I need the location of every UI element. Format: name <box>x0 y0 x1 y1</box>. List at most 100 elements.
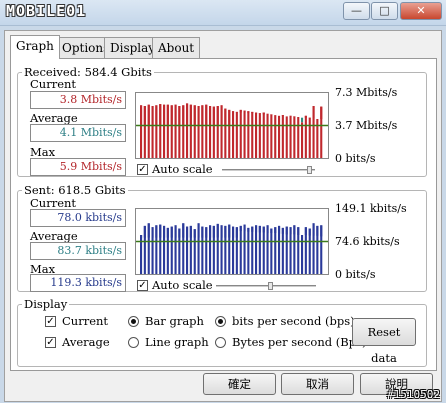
received-average-bar <box>216 106 219 126</box>
sent-average-bar <box>285 226 288 235</box>
sent-average-bar <box>262 226 265 233</box>
received-average-bar <box>281 115 284 116</box>
display-group-title: Display <box>24 297 68 311</box>
bps-radio[interactable] <box>215 316 226 327</box>
received-current-bar <box>297 117 300 158</box>
sent-current-bar <box>255 225 258 274</box>
sent-average-bar <box>312 223 315 236</box>
received-current-bar <box>255 112 258 158</box>
received-current-bar <box>243 110 246 158</box>
received-autoscale-label: Auto scale <box>152 162 213 176</box>
received-average-bar <box>170 105 173 126</box>
received-average-bar <box>239 109 242 113</box>
show-current-checkbox[interactable]: ✓ <box>45 316 56 327</box>
received-current-bar <box>301 122 304 158</box>
received-average-label: Average <box>30 111 78 125</box>
sent-axis-top: 149.1 kbits/s <box>335 202 407 215</box>
sent-average-bar <box>216 223 219 238</box>
Bps-radio[interactable] <box>215 337 226 348</box>
sent-average-bar <box>140 235 143 239</box>
sent-average-label: Average <box>30 229 78 243</box>
sent-scale-slider-thumb[interactable] <box>268 282 274 290</box>
site-logo: MOBILE01 <box>6 2 87 20</box>
received-average-bar <box>205 104 208 126</box>
received-average-bar <box>232 111 235 112</box>
received-average-bar <box>186 103 189 126</box>
received-average-bar <box>212 106 215 126</box>
received-average-bar <box>209 106 212 126</box>
title-bar: MOBILE01 — □ ✕ <box>0 0 446 26</box>
sent-autoscale-checkbox[interactable]: ✓ <box>137 280 148 291</box>
bps-label: bits per second (bps) <box>232 314 355 328</box>
received-current-bar <box>270 114 273 158</box>
received-average-bar <box>193 105 196 126</box>
sent-average-bar <box>143 225 146 238</box>
sent-average-bar <box>201 226 204 238</box>
close-button[interactable]: ✕ <box>400 2 442 20</box>
show-average-checkbox[interactable]: ✓ <box>45 337 56 348</box>
received-current-bar <box>278 115 281 158</box>
received-graph-svg <box>136 103 328 158</box>
maximize-button[interactable]: □ <box>371 2 398 20</box>
graph-tab-panel: Received: 584.4 Gbits Current 3.8 Mbits/… <box>10 58 437 371</box>
sent-average-bar <box>270 228 273 233</box>
received-average-bar <box>270 114 273 116</box>
received-current-bar <box>293 116 296 158</box>
received-average-bar <box>163 104 166 126</box>
sent-average-bar <box>174 225 177 238</box>
received-scale-slider-thumb[interactable] <box>307 166 313 174</box>
received-average-bar <box>159 104 162 126</box>
received-average-bar <box>182 105 185 126</box>
sent-graph-svg <box>136 223 328 274</box>
sent-average-bar <box>166 227 169 238</box>
tab-graph[interactable]: Graph <box>10 35 60 59</box>
received-max-label: Max <box>30 145 56 159</box>
received-average-bar <box>251 111 254 114</box>
watermark: #1510502 <box>387 388 440 401</box>
bar-graph-radio[interactable] <box>128 316 139 327</box>
sent-autoscale-label: Auto scale <box>152 278 213 292</box>
received-max-value: 5.9 Mbits/s <box>30 158 126 176</box>
received-average-bar <box>266 113 269 115</box>
received-current-bar <box>289 115 292 158</box>
sent-average-bar <box>205 227 208 238</box>
sent-average-bar <box>209 225 212 238</box>
sent-scale-slider[interactable] <box>216 285 316 288</box>
received-current-bar <box>247 111 250 158</box>
received-average-bar <box>220 105 223 126</box>
cancel-button[interactable]: 取消 <box>281 373 354 395</box>
received-average-bar <box>255 112 258 114</box>
reset-data-button[interactable]: Reset data <box>352 318 416 365</box>
received-average-bar <box>166 104 169 126</box>
received-average-bar <box>174 104 177 126</box>
sent-average-value: 83.7 kbits/s <box>30 242 126 260</box>
line-graph-radio[interactable] <box>128 337 139 348</box>
sent-max-value: 119.3 kbits/s <box>30 274 126 292</box>
tab-about[interactable]: About <box>152 37 201 58</box>
minimize-button[interactable]: — <box>343 2 370 20</box>
received-scale-slider[interactable] <box>222 169 315 172</box>
sent-average-bar <box>278 225 281 234</box>
received-average-bar <box>224 108 227 126</box>
received-current-bar <box>274 115 277 158</box>
sent-current-bar <box>270 228 273 274</box>
sent-average-bar <box>147 223 150 238</box>
sent-average-bar <box>232 226 235 238</box>
sent-average-bar <box>281 227 284 234</box>
sent-average-bar <box>308 228 311 236</box>
show-average-label: Average <box>62 335 110 349</box>
received-average-bar <box>189 104 192 126</box>
sent-average-bar <box>178 228 181 238</box>
received-autoscale-checkbox[interactable]: ✓ <box>137 164 148 175</box>
sent-average-bar <box>182 223 185 238</box>
sent-average-bar <box>197 223 200 238</box>
Bps-label: Bytes per second (Bps) <box>232 335 367 349</box>
received-current-bar <box>266 113 269 158</box>
sent-average-bar <box>274 227 277 233</box>
received-axis-top: 7.3 Mbits/s <box>335 86 398 99</box>
sent-current-bar <box>243 224 246 274</box>
received-average-bar <box>308 117 311 119</box>
received-current-bar <box>251 111 254 158</box>
sent-average-bar <box>320 225 323 237</box>
ok-button[interactable]: 確定 <box>203 373 276 395</box>
